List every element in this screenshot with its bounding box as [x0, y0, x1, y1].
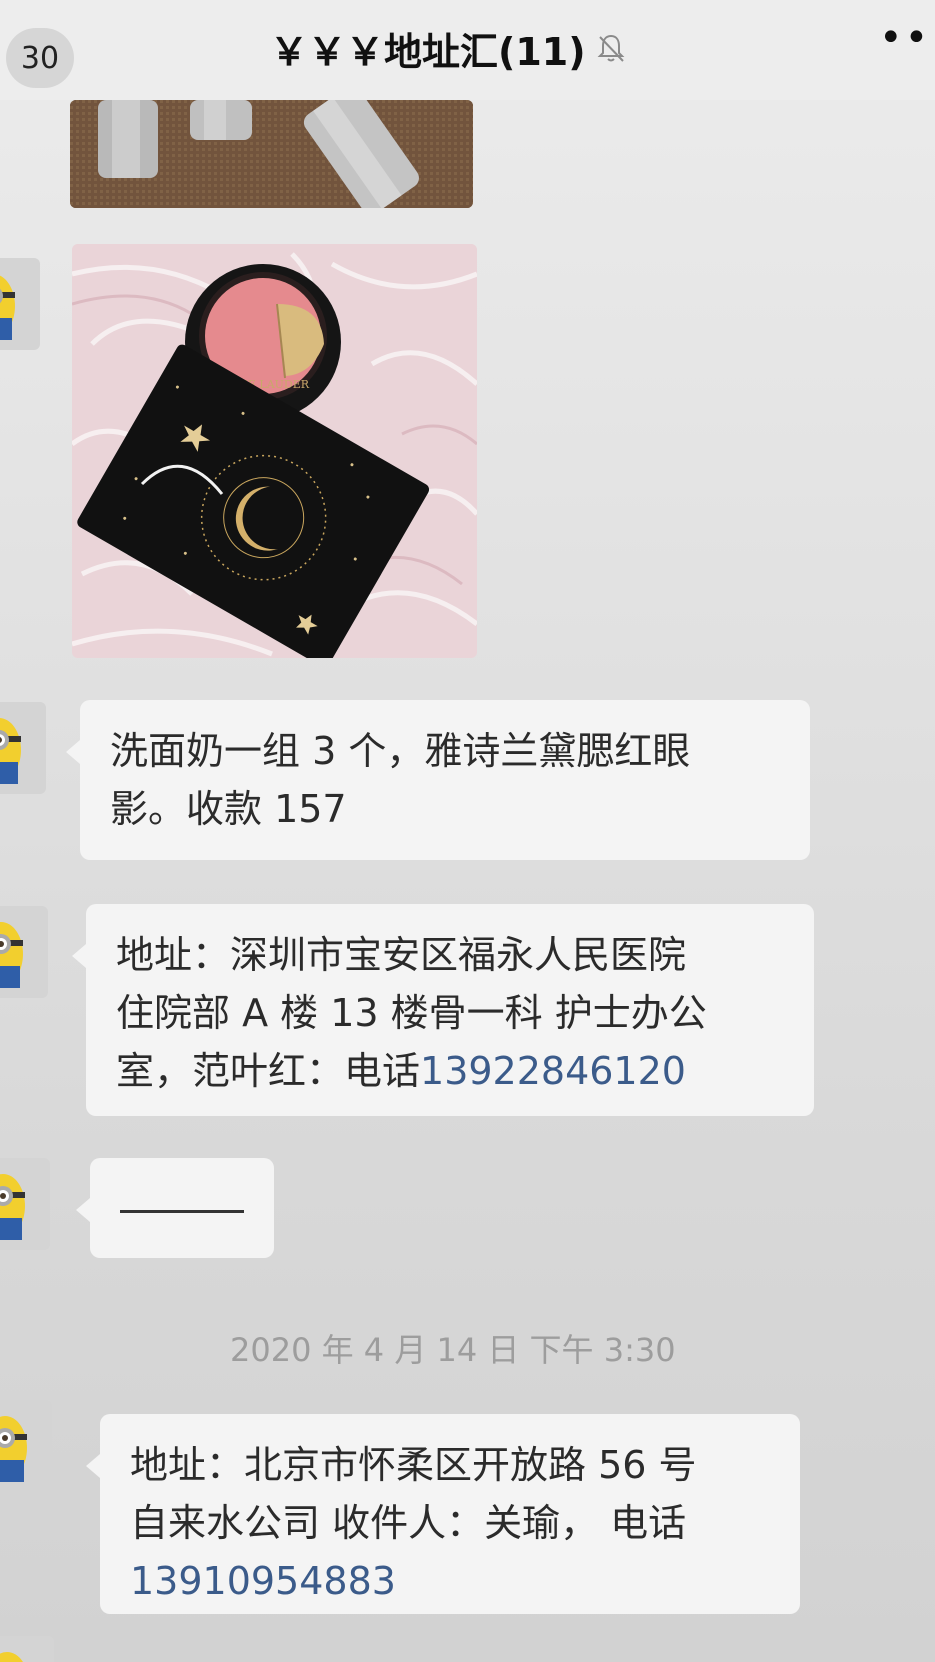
- message-line-text: 室，范叶红：电话: [116, 1049, 421, 1093]
- minion-avatar-icon: [0, 1174, 25, 1240]
- text-message[interactable]: 地址：北京市怀柔区开放路 56 号 自来水公司 收件人：关瑜， 电话 13910…: [86, 1414, 800, 1614]
- chat-title: ￥￥￥地址汇(11): [270, 29, 586, 74]
- message-line: 洗面奶一组 3 个，雅诗兰黛腮红眼: [110, 729, 691, 773]
- sender-avatar[interactable]: [0, 1158, 50, 1250]
- back-button[interactable]: 30: [6, 28, 74, 88]
- bell-slash-icon: [597, 34, 625, 62]
- product-photo: [70, 100, 473, 208]
- minion-avatar-icon: [0, 922, 23, 988]
- more-options-button[interactable]: •••: [879, 18, 935, 58]
- sender-avatar[interactable]: [0, 258, 40, 350]
- message-line: 影。收款 157: [110, 787, 347, 831]
- blush-palette-photo: ESTEE LAUDER: [72, 244, 477, 658]
- message-line: 自来水公司 收件人：关瑜， 电话: [130, 1501, 687, 1545]
- chat-header: 30 ￥￥￥地址汇(11) •••: [0, 0, 935, 100]
- text-message[interactable]: 地址：深圳市宝安区福永人民医院 住院部 A 楼 13 楼骨一科 护士办公 室，范…: [72, 904, 814, 1116]
- title-group: ￥￥￥地址汇(11): [270, 20, 628, 76]
- text-message[interactable]: [76, 1158, 274, 1258]
- sender-avatar[interactable]: [0, 1636, 54, 1662]
- minion-avatar-icon: [0, 1416, 27, 1482]
- sender-avatar[interactable]: [0, 702, 46, 794]
- message-line: 地址：北京市怀柔区开放路 56 号: [130, 1443, 697, 1487]
- image-message-blush-palette[interactable]: ESTEE LAUDER: [72, 244, 477, 658]
- text-message[interactable]: 洗面奶一组 3 个，雅诗兰黛腮红眼 影。收款 157: [66, 700, 810, 860]
- sender-avatar[interactable]: [0, 1400, 52, 1492]
- image-message-products[interactable]: [70, 100, 473, 208]
- minion-avatar-icon: [0, 1652, 23, 1662]
- phone-number-link[interactable]: 13910954883: [130, 1552, 770, 1610]
- timestamp: 2020 年 4 月 14 日 下午 3:30: [230, 1331, 676, 1369]
- message-line: 室，范叶红：电话13922846120: [116, 1042, 784, 1100]
- minion-avatar-icon: [0, 275, 15, 340]
- chat-screen: 30 ￥￥￥地址汇(11) •••: [0, 0, 935, 1662]
- minion-avatar-icon: [0, 718, 21, 784]
- phone-number-link[interactable]: 13922846120: [420, 1049, 686, 1093]
- message-line: 地址：深圳市宝安区福永人民医院: [116, 933, 687, 977]
- sender-avatar[interactable]: [0, 906, 48, 998]
- message-line: 住院部 A 楼 13 楼骨一科 护士办公: [116, 991, 707, 1035]
- unread-count: 30: [20, 40, 60, 76]
- dash-line: [120, 1210, 244, 1213]
